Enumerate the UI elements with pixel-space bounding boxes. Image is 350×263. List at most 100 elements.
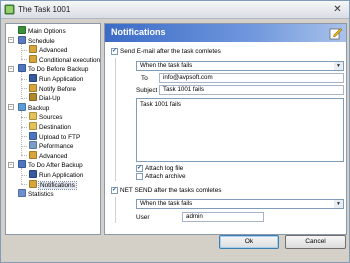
to-label: To — [141, 75, 148, 82]
tree-item-label: Destination — [39, 124, 71, 131]
cancel-button[interactable]: Cancel — [285, 235, 346, 249]
attach-archive-checkbox[interactable] — [136, 173, 143, 180]
tree-guide-line — [21, 59, 27, 61]
tree-item-run-application[interactable]: Run Application — [29, 74, 83, 83]
chevron-down-icon[interactable]: ▼ — [334, 62, 343, 70]
tree-item-destination[interactable]: Destination — [29, 122, 71, 131]
tree-item-label: Dial-Up — [39, 95, 61, 103]
email-when-value: When the task fails — [140, 62, 193, 69]
tree-guide-line — [21, 116, 27, 118]
close-icon[interactable]: ✕ — [331, 3, 344, 16]
statistics-icon — [18, 189, 26, 198]
title-bar[interactable]: The Task 1001 ✕ — [1, 1, 349, 19]
tree-guide-line — [21, 184, 27, 186]
tree-item-schedule[interactable]: Schedule — [18, 35, 55, 45]
tree-guide-line — [21, 145, 27, 147]
tree-guide-line — [21, 72, 22, 98]
attach-log-checkbox[interactable]: ✓ — [136, 165, 143, 172]
subject-field[interactable]: Task 1001 fails — [159, 85, 344, 95]
options-tree[interactable]: Main Options − Schedule Advanced Conditional… — [5, 23, 101, 235]
tree-item-to-do-before-backup[interactable]: To Do Before Backup — [18, 64, 88, 73]
app-icon — [29, 74, 37, 82]
tree-guide-line — [21, 97, 27, 99]
send-email-label: Send E-mail after the task comletes — [120, 48, 221, 55]
ftp-icon — [29, 131, 37, 140]
tree-item-label: To Do After Backup — [28, 162, 83, 170]
tree-guide-line — [21, 168, 22, 184]
tree-expander[interactable]: − — [8, 161, 14, 168]
ok-button[interactable]: Ok — [219, 235, 279, 249]
panel-header: Notifications — [105, 24, 346, 42]
backup-icon — [18, 102, 26, 111]
check-icon — [29, 54, 37, 63]
netsend-group-rule — [115, 197, 116, 223]
tree-item-label: Run Application — [39, 172, 84, 179]
task-window: The Task 1001 ✕ Main Options − Schedule Adv… — [0, 0, 350, 263]
window-title: The Task 1001 — [18, 5, 71, 14]
tree-item-sources[interactable]: Sources — [29, 112, 62, 121]
netsend-when-value: When the task fails — [140, 200, 193, 207]
tree-item-label: Conditional execution — [39, 56, 101, 64]
net-send-checkbox[interactable]: ✓ — [111, 187, 118, 194]
notifications-panel: Notifications ✓ Send E-mail after the ta… — [104, 23, 347, 235]
tree-guide-line — [21, 136, 27, 138]
subject-label: Subject — [136, 87, 158, 94]
tree-item-label: Notifications — [38, 180, 77, 190]
tree-item-peformance[interactable]: Peformance — [29, 141, 73, 150]
tree-item-label: To Do Before Backup — [28, 66, 89, 74]
tree-guide-line — [21, 43, 22, 59]
tree-item-notifications[interactable]: Notifications — [29, 179, 77, 190]
tree-item-advanced[interactable]: Advanced — [29, 150, 68, 160]
notify-icon — [29, 179, 37, 188]
tree-item-upload-to-ftp[interactable]: Upload to FTP — [29, 131, 81, 141]
app-icon — [4, 4, 15, 15]
tree-expander[interactable]: − — [8, 37, 14, 44]
folder-icon — [29, 112, 37, 121]
folder-icon — [18, 160, 26, 169]
tree-item-backup[interactable]: Backup — [18, 102, 50, 112]
tree-item-dial-up[interactable]: Dial-Up — [29, 93, 60, 102]
tree-item-conditional-execution[interactable]: Conditional execution — [29, 54, 101, 64]
send-email-checkbox[interactable]: ✓ — [111, 48, 118, 55]
tree-item-label: Advanced — [39, 152, 68, 160]
user-field[interactable]: admin — [182, 212, 264, 222]
tree-item-run-application[interactable]: Run Application — [29, 170, 83, 179]
edit-icon — [329, 28, 343, 40]
tree-item-label: Sources — [39, 114, 63, 122]
chevron-down-icon[interactable]: ▼ — [334, 200, 343, 208]
tree-guide-line — [21, 155, 27, 157]
tree-expander[interactable]: − — [8, 65, 14, 72]
email-when-select[interactable]: When the task fails ▼ — [136, 61, 344, 71]
tree-item-label: Advanced — [39, 47, 68, 55]
tree-guide-line — [21, 174, 27, 176]
folder-icon — [29, 122, 37, 130]
check-icon — [29, 150, 37, 159]
tree-item-to-do-after-backup[interactable]: To Do After Backup — [18, 160, 83, 169]
tree-item-label: Notify Before — [39, 85, 76, 93]
performance-icon — [29, 141, 37, 150]
tree-item-main-options[interactable]: Main Options — [18, 26, 66, 35]
calendar-icon — [18, 35, 26, 44]
attach-log-label: Attach log file — [145, 165, 184, 172]
email-body-textarea[interactable]: Task 1001 fails — [136, 98, 344, 162]
tree-guide-line — [21, 126, 27, 128]
check-icon — [29, 45, 37, 54]
tree-guide-line — [21, 88, 27, 90]
tree-item-notify-before[interactable]: Notify Before — [29, 83, 76, 93]
tree-item-label: Main Options — [28, 28, 66, 35]
notify-icon — [29, 83, 37, 92]
to-field[interactable]: info@avpsoft.com — [159, 73, 344, 83]
tree-guide-line — [21, 49, 27, 51]
panel-title: Notifications — [111, 27, 166, 37]
attach-archive-label: Attach archive — [145, 173, 186, 180]
tree-guide-line — [21, 78, 27, 80]
tree-item-advanced[interactable]: Advanced — [29, 45, 67, 54]
tree-item-label: Backup — [28, 104, 50, 112]
tree-item-label: Statistics — [28, 191, 54, 199]
tree-item-statistics[interactable]: Statistics — [18, 189, 54, 198]
app-icon — [29, 170, 37, 178]
tree-expander[interactable]: − — [8, 104, 14, 111]
tree-item-label: Peformance — [39, 143, 74, 151]
netsend-when-select[interactable]: When the task fails ▼ — [136, 199, 344, 209]
tree-item-label: Upload to FTP — [39, 133, 81, 141]
